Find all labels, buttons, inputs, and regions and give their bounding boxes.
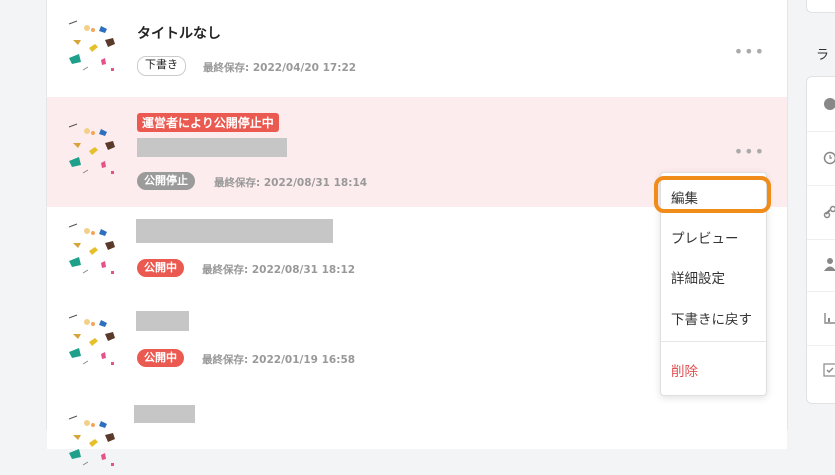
suspension-alert: 運営者により公開停止中 [137, 113, 279, 132]
status-badge: 公開中 [137, 259, 184, 277]
right-sidebar: ラ [806, 0, 835, 430]
more-options-icon[interactable]: ••• [734, 147, 765, 157]
redacted-title [134, 405, 195, 423]
status-badge: 公開中 [137, 349, 184, 367]
redacted-title [136, 311, 189, 331]
last-saved-text: 最終保存: 2022/08/31 18:14 [214, 175, 367, 190]
article-title[interactable]: タイトルなし [137, 23, 221, 43]
yen-icon[interactable] [823, 97, 835, 114]
last-saved-text: 最終保存: 2022/01/19 16:58 [202, 352, 355, 367]
user-icon[interactable] [823, 257, 835, 274]
last-saved-text: 最終保存: 2022/08/31 18:12 [202, 262, 355, 277]
article-thumbnail [65, 413, 127, 475]
sidebar-menu [806, 76, 835, 404]
sidebar-top-card [806, 0, 835, 13]
article-thumbnail [65, 121, 127, 183]
article-row[interactable]: タイトルなし 下書き 最終保存: 2022/04/20 17:22 ••• [47, 0, 787, 98]
redacted-title [137, 138, 287, 157]
article-thumbnail [65, 312, 127, 374]
menu-item-preview[interactable]: プレビュー [671, 227, 739, 247]
sidebar-label: ラ [816, 44, 829, 63]
status-badge: 公開停止 [137, 172, 195, 190]
status-badge: 下書き [137, 56, 186, 76]
menu-item-delete[interactable]: 削除 [671, 360, 698, 380]
menu-divider [661, 341, 766, 342]
edit-highlight-box [654, 176, 771, 213]
article-thumbnail [65, 221, 127, 283]
article-thumbnail [65, 18, 127, 80]
chart-icon[interactable] [823, 311, 835, 328]
clock-icon[interactable] [823, 151, 835, 168]
menu-item-revert-draft[interactable]: 下書きに戻す [671, 308, 752, 328]
article-row[interactable] [47, 389, 787, 449]
last-saved-text: 最終保存: 2022/04/20 17:22 [203, 60, 356, 75]
redacted-title [136, 219, 333, 243]
check-icon[interactable] [823, 363, 835, 380]
more-options-icon[interactable]: ••• [734, 47, 765, 57]
link-icon[interactable] [823, 205, 835, 222]
menu-item-settings[interactable]: 詳細設定 [671, 267, 725, 287]
